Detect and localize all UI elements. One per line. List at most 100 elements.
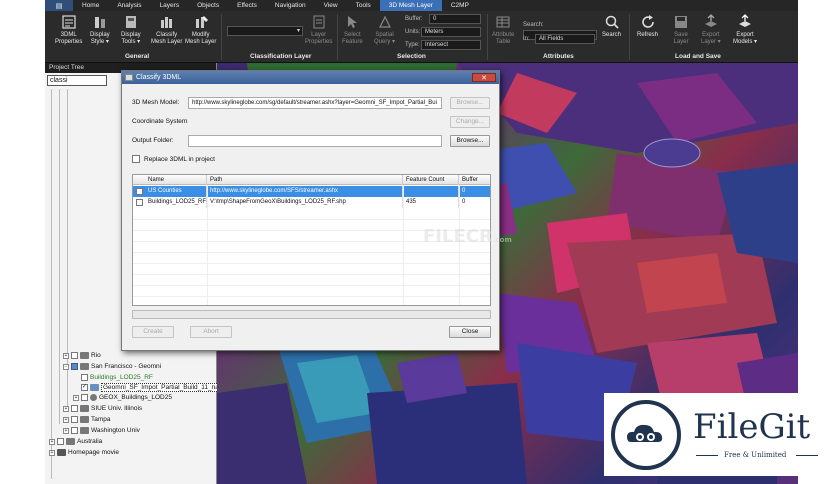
expand-icon[interactable]: + bbox=[63, 405, 69, 412]
tree-item-tampa[interactable]: + Tampa bbox=[63, 415, 111, 424]
classification-layer-dropdown[interactable]: ▾ bbox=[227, 26, 303, 36]
modify-mesh-layer-button[interactable]: Modify Mesh Layer bbox=[185, 14, 216, 46]
tree-item-rio[interactable]: + Rio bbox=[63, 351, 101, 360]
close-icon[interactable]: ✕ bbox=[472, 73, 496, 82]
tree-checkbox[interactable] bbox=[71, 416, 78, 423]
search-button-label: Search bbox=[602, 32, 622, 38]
row-checkbox[interactable] bbox=[136, 199, 143, 206]
refresh-icon bbox=[641, 15, 654, 28]
buffer-input[interactable]: 0 bbox=[429, 14, 481, 24]
table-horizontal-scrollbar[interactable] bbox=[132, 310, 491, 319]
filecr-text: FILECR bbox=[423, 226, 493, 247]
tree-item-siue[interactable]: + SIUE Univ. Illinois bbox=[63, 404, 142, 413]
tree-checkbox[interactable] bbox=[57, 438, 64, 445]
modify-icon bbox=[195, 16, 208, 28]
units-dropdown[interactable]: Meters bbox=[421, 27, 481, 37]
tree-checkbox[interactable] bbox=[71, 427, 78, 434]
tab-c2mp[interactable]: C2MP bbox=[442, 0, 478, 11]
column-buffer[interactable]: Buffer bbox=[459, 175, 490, 185]
tab-home[interactable]: Home bbox=[73, 0, 108, 11]
export-models-button[interactable]: Export Models ▾ bbox=[733, 14, 757, 46]
tab-analysis[interactable]: Analysis bbox=[108, 0, 150, 11]
tree-search-input[interactable]: classi bbox=[47, 75, 107, 86]
tab-3d-mesh-layer[interactable]: 3D Mesh Layer bbox=[379, 0, 442, 11]
create-button[interactable]: Create bbox=[132, 326, 174, 338]
tree-item-geomni-sf[interactable]: ✓ Geomni_SF_Impot_Partial_Build_11_na bbox=[81, 383, 221, 392]
tree-item-geox-buildings[interactable]: + GEOX_Buildings_LOD25 bbox=[73, 393, 172, 402]
tree-item-label: Washington Univ bbox=[91, 427, 140, 434]
filecr-sub: .com bbox=[492, 236, 512, 244]
replace-3dml-checkbox[interactable] bbox=[132, 155, 140, 163]
grid-line bbox=[133, 285, 490, 286]
output-folder-field[interactable] bbox=[188, 135, 442, 147]
tree-item-washington-univ[interactable]: + Washington Univ bbox=[63, 426, 140, 435]
attribute-table-button[interactable]: Attribute Table bbox=[492, 14, 514, 46]
search-in-dropdown[interactable]: All Fields bbox=[535, 34, 595, 44]
classify-mesh-layer-button[interactable]: Classify Mesh Layer bbox=[151, 14, 182, 46]
browse-mesh-button[interactable]: Browse... bbox=[450, 97, 490, 109]
layer-properties-button[interactable]: Layer Properties bbox=[305, 14, 332, 46]
tree-item-australia[interactable]: + Australia bbox=[49, 437, 102, 446]
type-dropdown[interactable]: Intersect bbox=[421, 40, 481, 50]
tree-checkbox[interactable] bbox=[71, 405, 78, 412]
cell-feature-count bbox=[403, 186, 459, 197]
dialog-title-bar[interactable]: Classify 3DML ✕ bbox=[122, 71, 499, 84]
cell-buffer[interactable]: 0 bbox=[459, 186, 490, 197]
filegit-watermark: FileGit Free & Unlimited bbox=[604, 393, 829, 476]
column-path[interactable]: Path bbox=[207, 175, 403, 185]
tree-checkbox[interactable] bbox=[71, 352, 78, 359]
tree-item-label: Australia bbox=[77, 438, 103, 445]
display-tools-button[interactable]: Display Tools ▾ bbox=[121, 14, 141, 46]
mesh-model-field[interactable]: http://www.skylineglobe.com/sg/default/s… bbox=[188, 97, 442, 109]
display-style-button[interactable]: Display Style ▾ bbox=[90, 14, 110, 46]
column-name[interactable]: Name bbox=[145, 175, 207, 185]
tree-item-homepage-movie[interactable]: + Homepage movie bbox=[49, 448, 119, 457]
select-feature-button[interactable]: Select Feature bbox=[342, 14, 363, 46]
row-checkbox[interactable] bbox=[136, 188, 143, 195]
column-feature-count[interactable]: Feature Count bbox=[403, 175, 459, 185]
tree-item-san-francisco[interactable]: − San Francisco - Geomni bbox=[63, 362, 161, 371]
export-layer-label: Export Layer ▾ bbox=[701, 32, 721, 45]
buffer-label: Buffer: bbox=[405, 16, 423, 22]
search-button[interactable]: Search bbox=[602, 14, 621, 39]
tab-navigation[interactable]: Navigation bbox=[266, 0, 315, 11]
close-button[interactable]: Close bbox=[449, 326, 491, 338]
tab-tools[interactable]: Tools bbox=[347, 0, 380, 11]
tree-item-buildings-lod25-rf[interactable]: Buildings_LOD25_RF bbox=[81, 373, 153, 382]
expand-icon[interactable]: + bbox=[49, 449, 55, 456]
tree-checkbox[interactable] bbox=[71, 363, 78, 370]
grid-line bbox=[133, 219, 490, 220]
attributes-group-label: Attributes bbox=[543, 53, 574, 60]
tree-checkbox[interactable]: ✓ bbox=[81, 384, 88, 391]
coordinate-system-field bbox=[188, 116, 442, 128]
expand-icon[interactable]: + bbox=[49, 438, 55, 445]
export-layer-button[interactable]: Export Layer ▾ bbox=[701, 14, 721, 46]
tree-checkbox[interactable] bbox=[81, 374, 88, 381]
expand-icon[interactable]: + bbox=[73, 394, 79, 401]
expand-icon[interactable]: + bbox=[63, 427, 69, 434]
ribbon-separator bbox=[629, 14, 630, 60]
abort-button[interactable]: Abort bbox=[190, 326, 232, 338]
mesh-model-label: 3D Mesh Model: bbox=[132, 99, 180, 106]
tab-layers[interactable]: Layers bbox=[151, 0, 189, 11]
refresh-button[interactable]: Refresh bbox=[637, 14, 658, 39]
browse-output-button[interactable]: Browse... bbox=[450, 135, 490, 147]
tab-effects[interactable]: Effects bbox=[228, 0, 266, 11]
app-menu-button[interactable]: ▤ bbox=[45, 0, 73, 11]
table-row[interactable]: Buildings_LOD25_RF V:\tmp\ShapeFromGeoX\… bbox=[133, 197, 490, 208]
change-coordinate-button[interactable]: Change... bbox=[450, 116, 490, 128]
save-layer-button[interactable]: Save Layer bbox=[673, 14, 689, 46]
expand-icon[interactable]: + bbox=[63, 352, 69, 359]
tree-checkbox[interactable] bbox=[81, 394, 88, 401]
3dml-properties-button[interactable]: 3DML Properties bbox=[55, 14, 82, 46]
collapse-icon[interactable]: − bbox=[63, 363, 69, 370]
spatial-query-icon bbox=[378, 15, 391, 28]
3dml-properties-label: 3DML Properties bbox=[55, 32, 83, 45]
tab-view[interactable]: View bbox=[315, 0, 347, 11]
tab-objects[interactable]: Objects bbox=[188, 0, 228, 11]
filegit-tagline: Free & Unlimited bbox=[724, 451, 787, 459]
cell-buffer[interactable]: 0 bbox=[459, 197, 490, 208]
table-row[interactable]: US Counties http://www.skylineglobe.com/… bbox=[133, 186, 490, 197]
spatial-query-button[interactable]: Spatial Query ▾ bbox=[374, 14, 395, 46]
expand-icon[interactable]: + bbox=[63, 416, 69, 423]
